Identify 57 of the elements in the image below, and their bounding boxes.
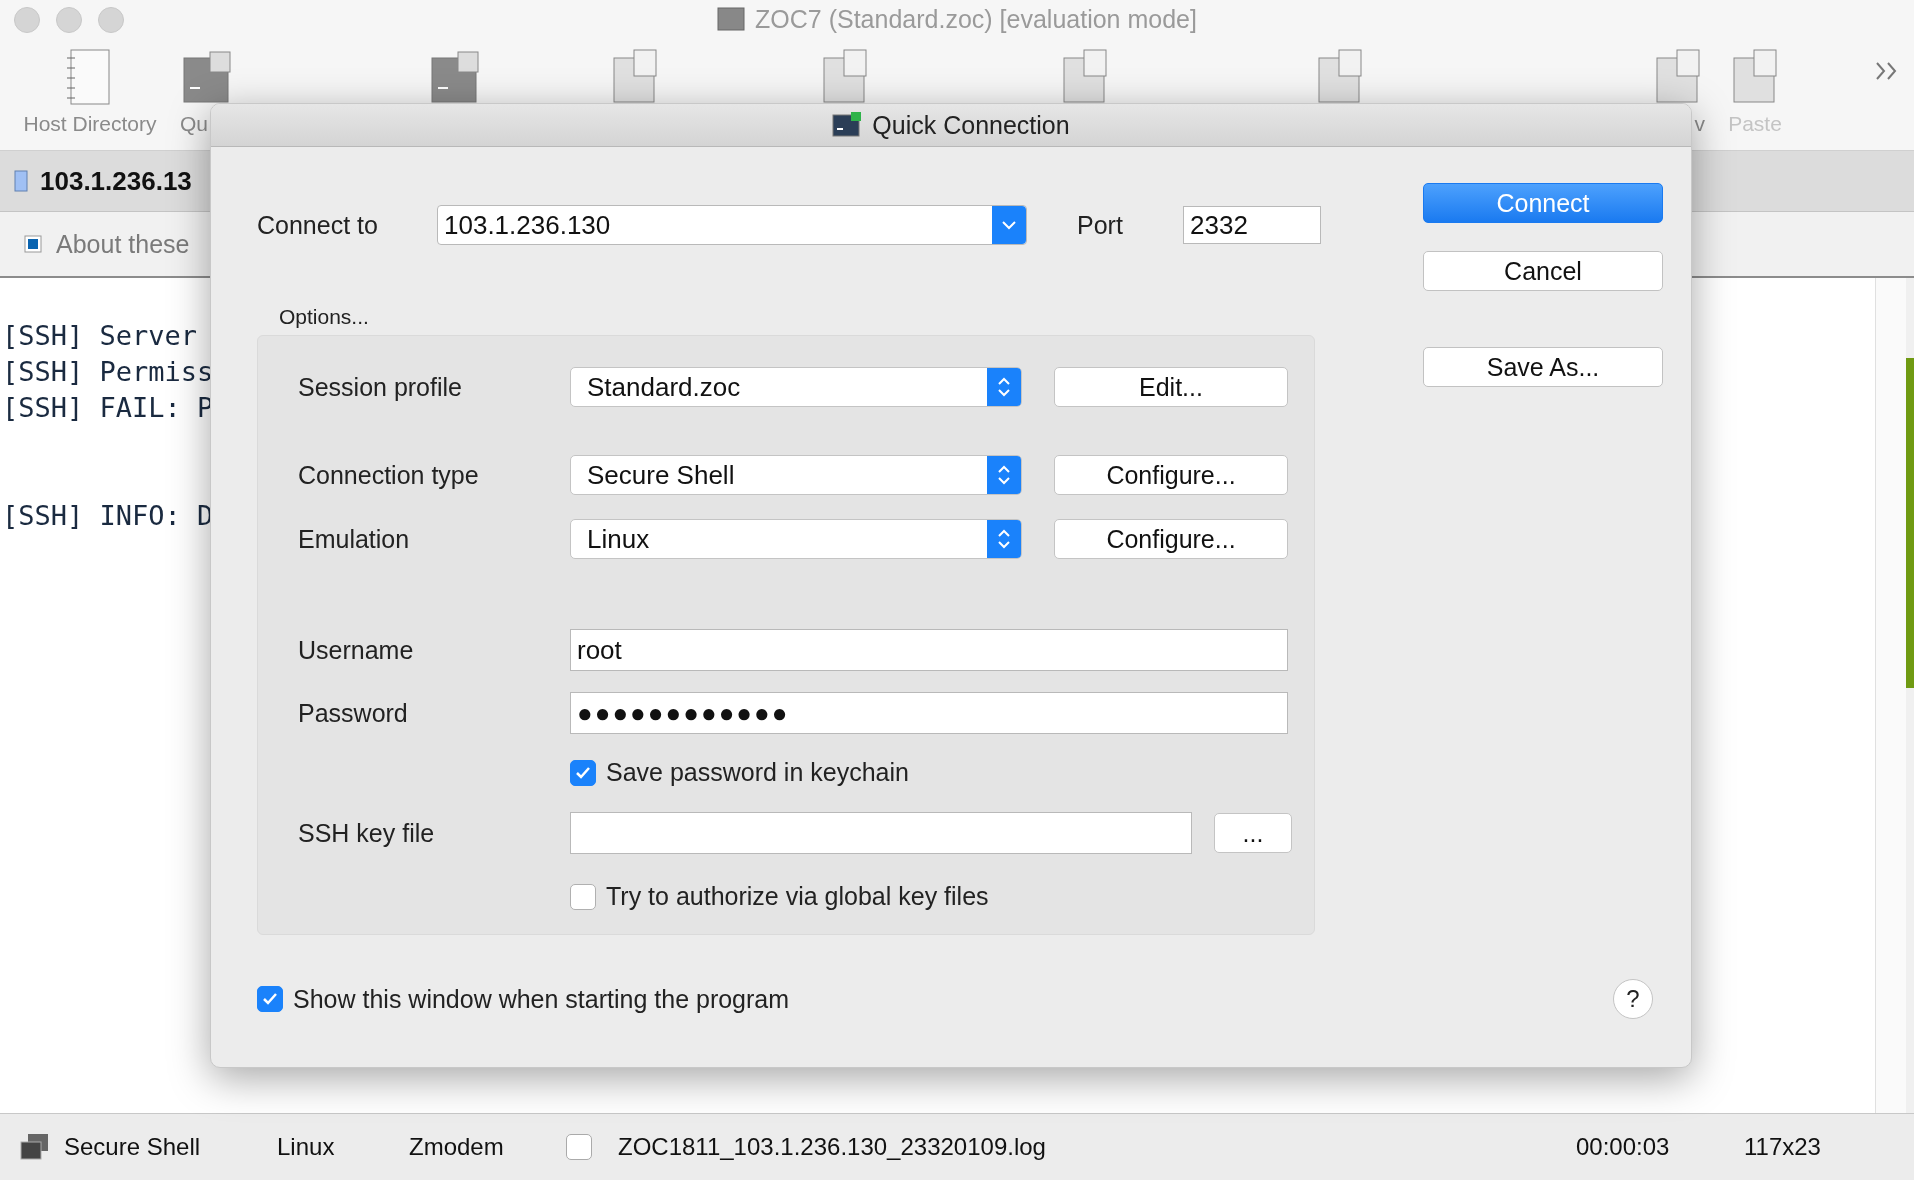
configure-button[interactable]: Edit... [1054,367,1288,407]
info-link[interactable]: About these [56,229,190,259]
elapsed-time: 00:00:03 [1576,1133,1671,1161]
transfer-status: Zmodem [409,1133,505,1161]
stepper-arrows-icon [987,456,1021,494]
username-field[interactable]: root [570,629,1288,671]
ssh-key-field[interactable] [570,812,1192,854]
dialog-button[interactable]: Save As... [1423,347,1663,387]
close-button[interactable] [14,7,40,33]
popup-menu[interactable]: Standard.zoc [570,367,1022,407]
scrollbar[interactable] [1875,278,1906,1113]
window-title: ZOC7 (Standard.zoc) [evaluation mode] [755,4,1197,34]
port-field[interactable]: 2332 [1183,206,1321,244]
help-button[interactable]: ? [1613,979,1653,1019]
emulation-status: Linux [277,1133,336,1161]
field-label: Password [298,698,409,728]
field-label: Connect to [257,210,379,240]
zoom-button[interactable] [98,7,124,33]
field-label: Connection type [298,460,480,490]
field-label: Port [1077,210,1124,240]
field-label: Emulation [298,524,411,554]
terminal-icon[interactable] [180,48,234,106]
checkbox-label[interactable]: Try to authorize via global key files [606,882,989,911]
options-label: Options... [279,305,370,329]
log-file-status: ZOC1811_103.1.236.130_23320109.log [618,1133,1047,1161]
field-label: SSH key file [298,818,436,848]
terminal-line: [SSH] Permiss [2,355,214,389]
session-tab[interactable]: 103.1.236.13 [40,165,192,197]
info-icon [24,235,42,253]
checkbox-label[interactable]: Save password in keychain [606,758,909,787]
minimize-button[interactable] [56,7,82,33]
checkbox[interactable] [570,883,596,910]
logging-checkbox[interactable] [566,1134,592,1160]
terminal-icon[interactable] [428,48,482,106]
terminal-line: [SSH] Server [2,319,198,353]
field-label: Session profile [298,372,463,402]
terminal-size: 117x23 [1744,1133,1822,1161]
dialog-button[interactable]: Cancel [1423,251,1663,291]
stepper-arrows-icon [987,368,1021,406]
stepper-arrows-icon [987,520,1021,558]
dialog-title: Quick Connection [872,110,1070,140]
popup-menu[interactable]: Secure Shell [570,455,1022,495]
password-field[interactable]: ●●●●●●●●●●●● [570,692,1288,734]
terminal-icon [717,7,746,31]
field-label: Username [298,635,415,665]
popup-menu[interactable]: Linux [570,519,1022,559]
checkbox[interactable] [570,759,596,786]
browse-button[interactable]: ... [1214,813,1292,853]
terminal-stack-icon [20,1133,50,1161]
checkbox-label[interactable]: Show this window when starting the program [293,984,790,1014]
configure-button[interactable]: Configure... [1054,455,1288,495]
connection-type-status: Secure Shell [64,1133,202,1161]
host-combo-box[interactable]: 103.1.236.130 [437,205,1027,245]
configure-button[interactable]: Configure... [1054,519,1288,559]
tab-icon [14,170,28,192]
terminal-icon [832,112,863,138]
checkbox[interactable] [257,986,283,1012]
